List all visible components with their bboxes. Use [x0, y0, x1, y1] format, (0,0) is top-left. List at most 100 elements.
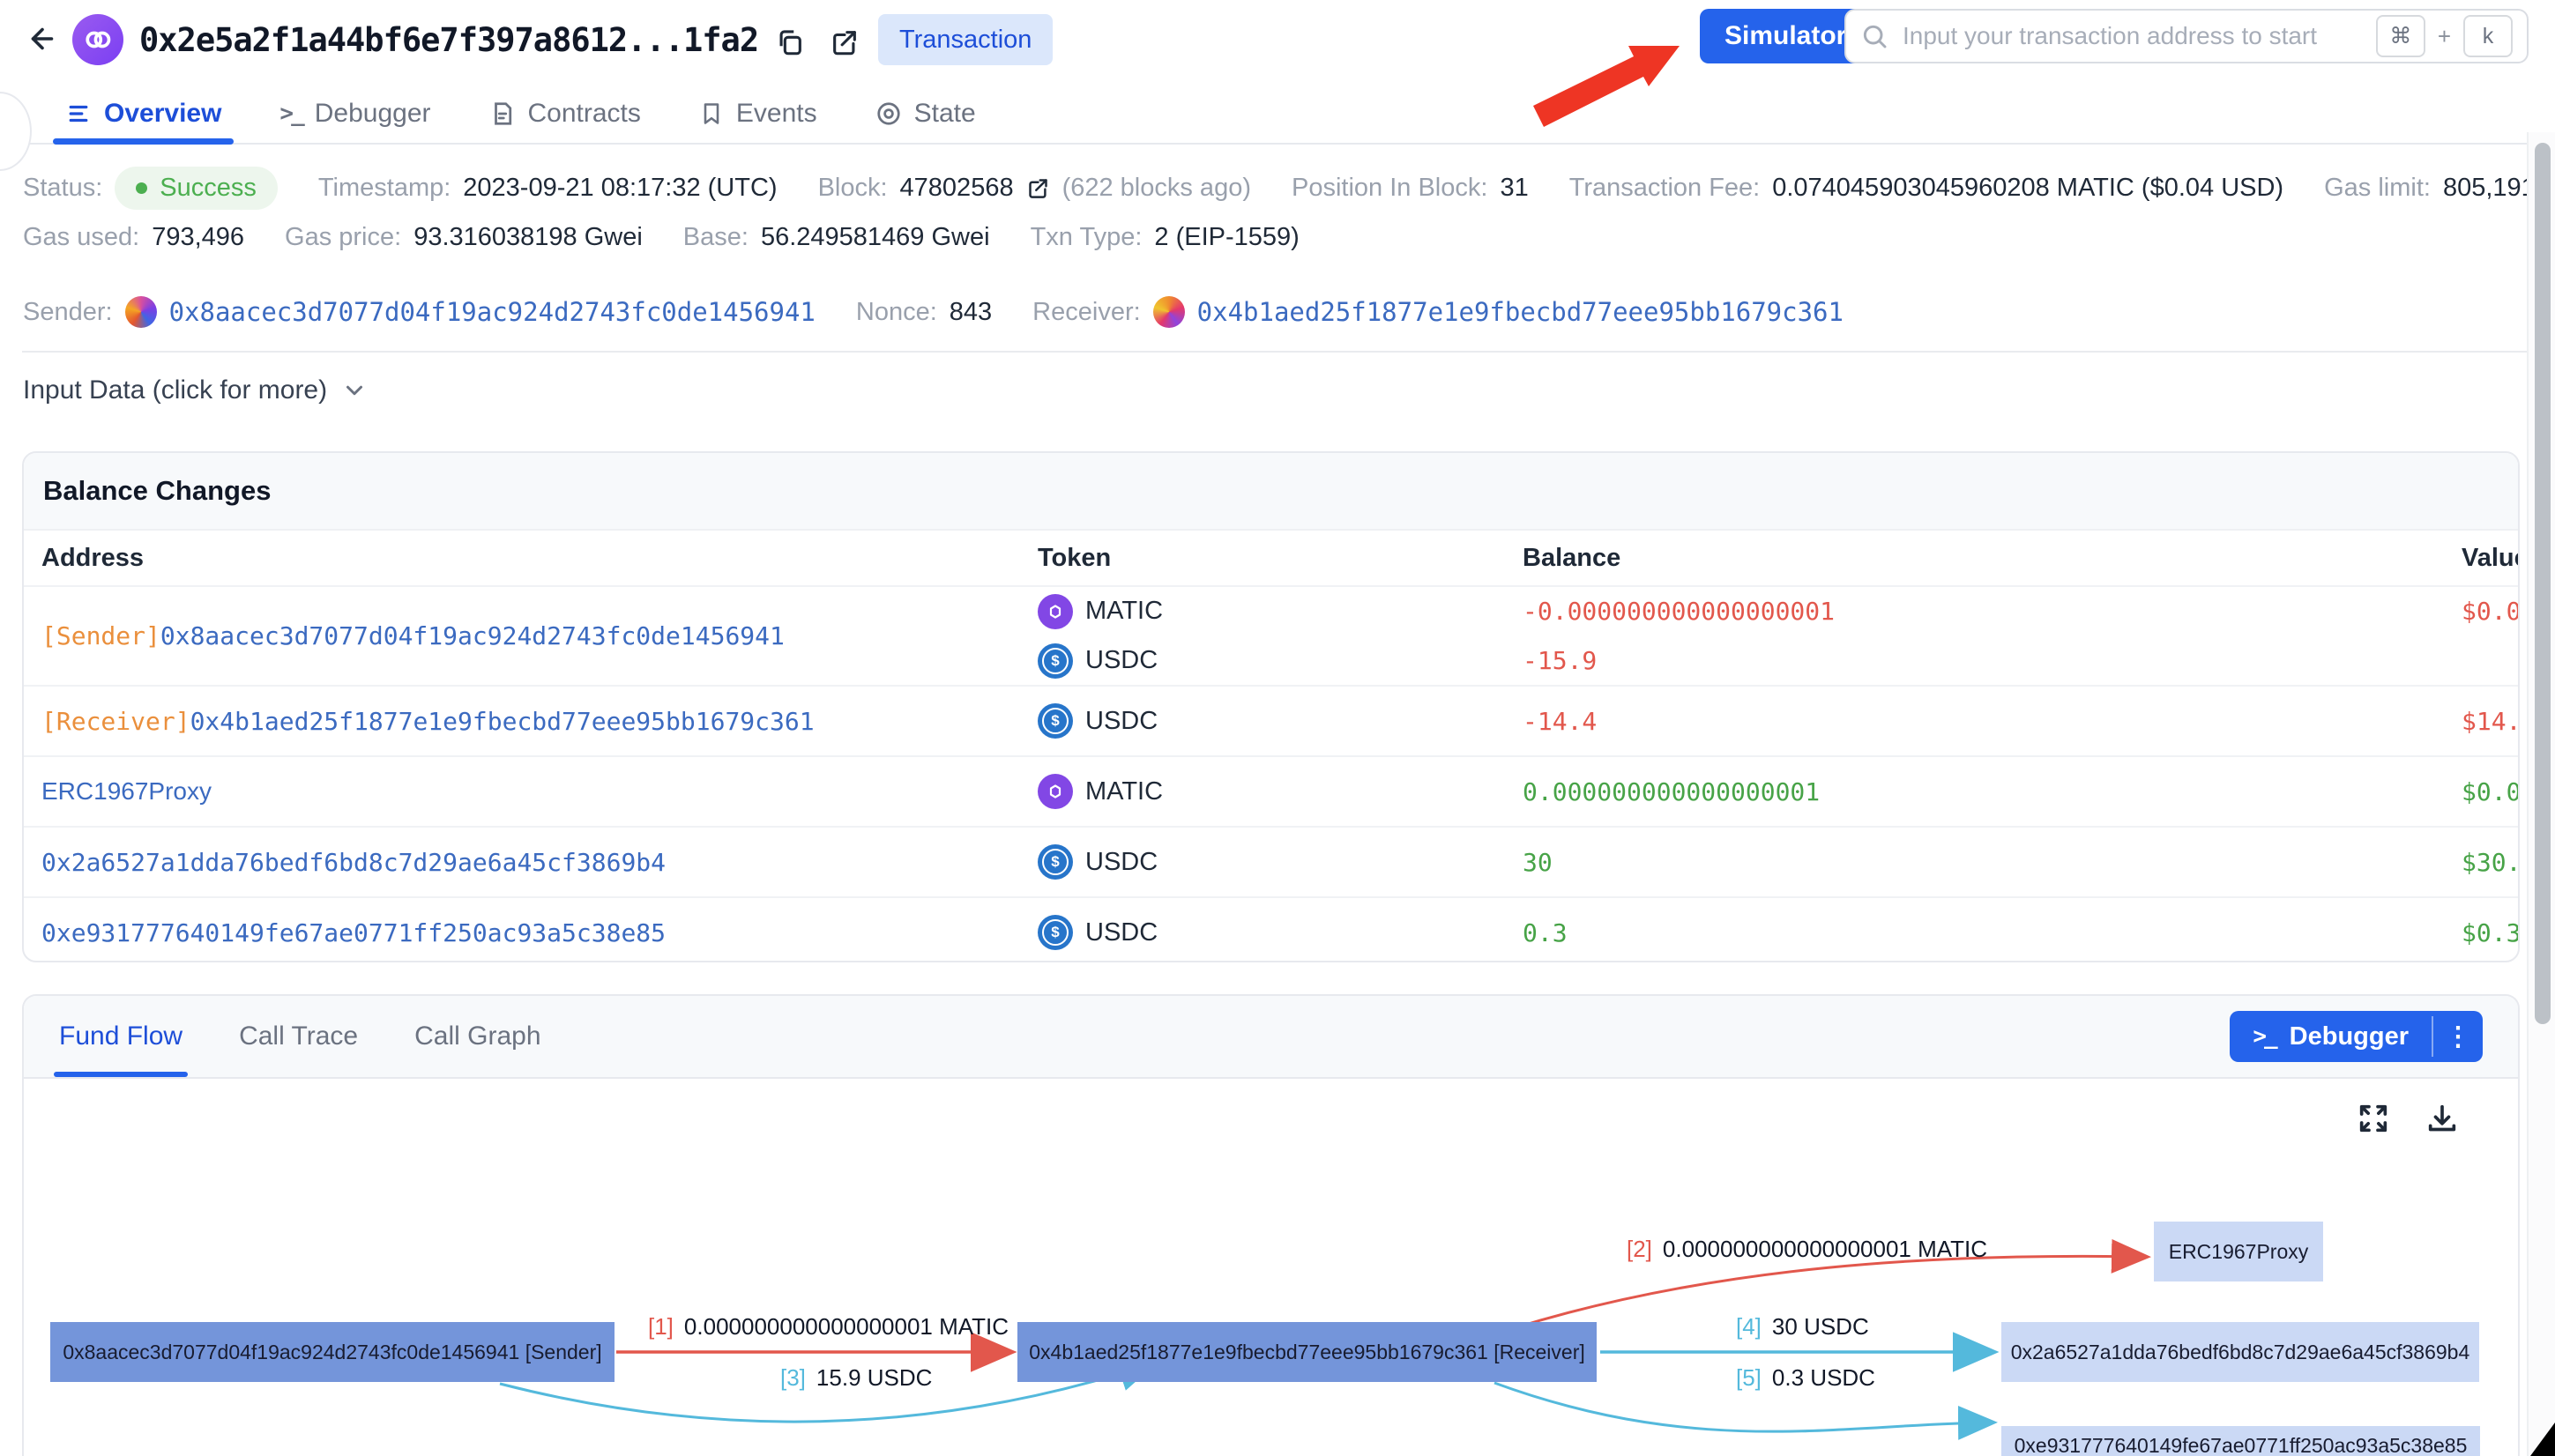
tab-state[interactable]: State — [875, 85, 976, 143]
fund-flow-panel: Fund Flow Call Trace Call Graph >_ Debug… — [22, 994, 2520, 1456]
usd-value: $14.40 — [2462, 700, 2520, 742]
col-balance: Balance — [1523, 544, 2462, 573]
matic-token-icon — [1038, 774, 1073, 809]
copy-icon[interactable] — [772, 25, 808, 60]
balance-table-header: Address Token Balance Value — [24, 531, 2518, 585]
col-value: Value — [2462, 544, 2520, 573]
table-row: 0xe931777640149fe67ae0771ff250ac93a5c38e… — [24, 896, 2518, 962]
kebab-menu-icon[interactable]: ⋮ — [2433, 1011, 2483, 1062]
field-receiver: Receiver: 0x4b1aed25f1877e1e9fbecbd77eee… — [1032, 296, 1844, 328]
usdc-token-icon: $ — [1038, 703, 1073, 739]
overview-row-3: Sender: 0x8aacec3d7077d04f19ac924d2743fc… — [23, 289, 1844, 335]
external-link-icon[interactable] — [827, 25, 862, 60]
state-icon — [875, 100, 902, 127]
shortcut-cmd-key: ⌘ — [2376, 15, 2425, 57]
node-erc1967proxy[interactable]: ERC1967Proxy — [2154, 1222, 2323, 1281]
sender-identicon — [125, 296, 157, 328]
tab-call-graph[interactable]: Call Graph — [414, 996, 540, 1077]
balance-changes-title: Balance Changes — [24, 453, 2518, 531]
token-name: MATIC — [1085, 777, 1163, 806]
address-prefix: [Receiver] — [41, 707, 190, 736]
address-link[interactable]: 0xe931777640149fe67ae0771ff250ac93a5c38e… — [41, 918, 666, 947]
tab-events[interactable]: Events — [699, 85, 817, 143]
field-block: Block: 47802568 (622 blocks ago) — [818, 174, 1251, 203]
usdc-token-icon: $ — [1038, 643, 1073, 679]
overview-icon — [65, 100, 92, 127]
input-data-toggle[interactable]: Input Data (click for more) — [23, 370, 368, 411]
field-gas-limit: Gas limit: 805,191 — [2324, 174, 2536, 203]
scrollbar-thumb[interactable] — [2535, 143, 2551, 1024]
node-sender[interactable]: 0x8aacec3d7077d04f19ac924d2743fc0de14569… — [50, 1322, 615, 1382]
search-bar[interactable]: ⌘ + k — [1844, 9, 2529, 63]
usdc-token-icon: $ — [1038, 844, 1073, 880]
token-name: USDC — [1085, 646, 1158, 675]
field-timestamp: Timestamp: 2023-09-21 08:17:32 (UTC) — [318, 174, 778, 203]
node-0x2a65[interactable]: 0x2a6527a1dda76bedf6bd8c7d29ae6a45cf3869… — [2001, 1322, 2479, 1382]
address-link[interactable]: 0x4b1aed25f1877e1e9fbecbd77eee95bb1679c3… — [190, 707, 815, 736]
tab-contracts[interactable]: Contracts — [489, 85, 641, 143]
table-row: 0x2a6527a1dda76bedf6bd8c7d29ae6a45cf3869… — [24, 826, 2518, 896]
balance-value: -15.9 — [1523, 640, 2462, 682]
tab-debugger[interactable]: >_ Debugger — [279, 85, 430, 143]
fund-flow-edges — [24, 1079, 2520, 1456]
address-prefix: [Sender] — [41, 621, 160, 650]
col-address: Address — [41, 544, 1038, 573]
field-sender: Sender: 0x8aacec3d7077d04f19ac924d2743fc… — [23, 296, 816, 328]
edge-label-5: [5]0.3 USDC — [1736, 1364, 1875, 1392]
shortcut-plus: + — [2438, 23, 2451, 50]
transaction-type-badge: Transaction — [878, 14, 1053, 65]
address-link[interactable]: ERC1967Proxy — [41, 777, 212, 806]
balance-value: 30 — [1523, 841, 2462, 883]
balance-value: -0.000000000000000001 — [1523, 591, 2462, 633]
field-status: Status: Success — [23, 167, 278, 210]
usd-value: $0.30 — [2462, 911, 2520, 954]
section-divider — [22, 351, 2530, 353]
token-name: USDC — [1085, 707, 1158, 736]
usdc-token-icon: $ — [1038, 915, 1073, 950]
overview-row-2: Gas used: 793,496 Gas price: 93.31603819… — [23, 215, 1300, 259]
sender-address-link[interactable]: 0x8aacec3d7077d04f19ac924d2743fc0de14569… — [169, 297, 816, 327]
token-name: MATIC — [1085, 597, 1163, 626]
address-link[interactable]: 0x2a6527a1dda76bedf6bd8c7d29ae6a45cf3869… — [41, 848, 666, 877]
field-base: Base: 56.249581469 Gwei — [683, 223, 990, 252]
balance-changes-panel: Balance Changes Address Token Balance Va… — [22, 451, 2520, 962]
scrollbar-track[interactable] — [2527, 132, 2555, 1456]
receiver-address-link[interactable]: 0x4b1aed25f1877e1e9fbecbd77eee95bb1679c3… — [1197, 297, 1844, 327]
back-arrow-icon[interactable] — [21, 18, 63, 60]
tab-overview[interactable]: Overview — [65, 85, 221, 143]
debugger-split-button[interactable]: >_ Debugger ⋮ — [2230, 1011, 2483, 1062]
edge-label-1: [1]0.000000000000000001 MATIC — [648, 1313, 1009, 1341]
tab-call-trace[interactable]: Call Trace — [239, 996, 358, 1077]
app-logo-icon — [72, 14, 123, 65]
field-position-in-block: Position In Block: 31 — [1292, 174, 1529, 203]
table-row: ERC1967Proxy MATIC 0.000000000000000001 … — [24, 755, 2518, 826]
table-row: [Sender]0x8aacec3d7077d04f19ac924d2743fc… — [24, 585, 2518, 685]
address-link[interactable]: 0x8aacec3d7077d04f19ac924d2743fc0de14569… — [160, 621, 785, 650]
token-name: USDC — [1085, 848, 1158, 877]
field-gas-price: Gas price: 93.316038198 Gwei — [285, 223, 643, 252]
shortcut-k-key: k — [2463, 15, 2513, 57]
receiver-identicon — [1153, 296, 1185, 328]
balance-value: 0.3 — [1523, 911, 2462, 954]
node-receiver[interactable]: 0x4b1aed25f1877e1e9fbecbd77eee95bb1679c3… — [1017, 1322, 1597, 1382]
chevron-down-icon — [341, 377, 368, 404]
edge-label-2: [2]0.000000000000000001 MATIC — [1627, 1236, 1987, 1263]
bookmark-icon — [699, 101, 724, 126]
terminal-icon: >_ — [279, 100, 302, 127]
tab-fund-flow[interactable]: Fund Flow — [59, 996, 182, 1077]
status-badge: Success — [115, 167, 278, 210]
mouse-cursor — [2529, 1423, 2555, 1456]
search-input[interactable] — [1901, 21, 2364, 51]
usd-value: $0.000000000000000001 — [2462, 770, 2520, 813]
main-nav: Overview >_ Debugger Contracts Events St… — [0, 85, 2555, 145]
edge-label-4: [4]30 USDC — [1736, 1313, 1869, 1341]
terminal-icon: >_ — [2253, 1023, 2275, 1050]
usd-value: $0.000000000000000001 — [2462, 591, 2520, 633]
balance-value: 0.000000000000000001 — [1523, 770, 2462, 813]
node-0xe931[interactable]: 0xe931777640149fe67ae0771ff250ac93a5c38e… — [2001, 1426, 2480, 1456]
field-transaction-fee: Transaction Fee: 0.074045903045960208 MA… — [1569, 174, 2283, 203]
field-gas-used: Gas used: 793,496 — [23, 223, 244, 252]
block-external-link-icon[interactable] — [1026, 176, 1050, 200]
transaction-hash: 0x2e5a2f1a44bf6e7f397a8612...1fa2 — [139, 21, 758, 59]
col-token: Token — [1038, 544, 1523, 573]
